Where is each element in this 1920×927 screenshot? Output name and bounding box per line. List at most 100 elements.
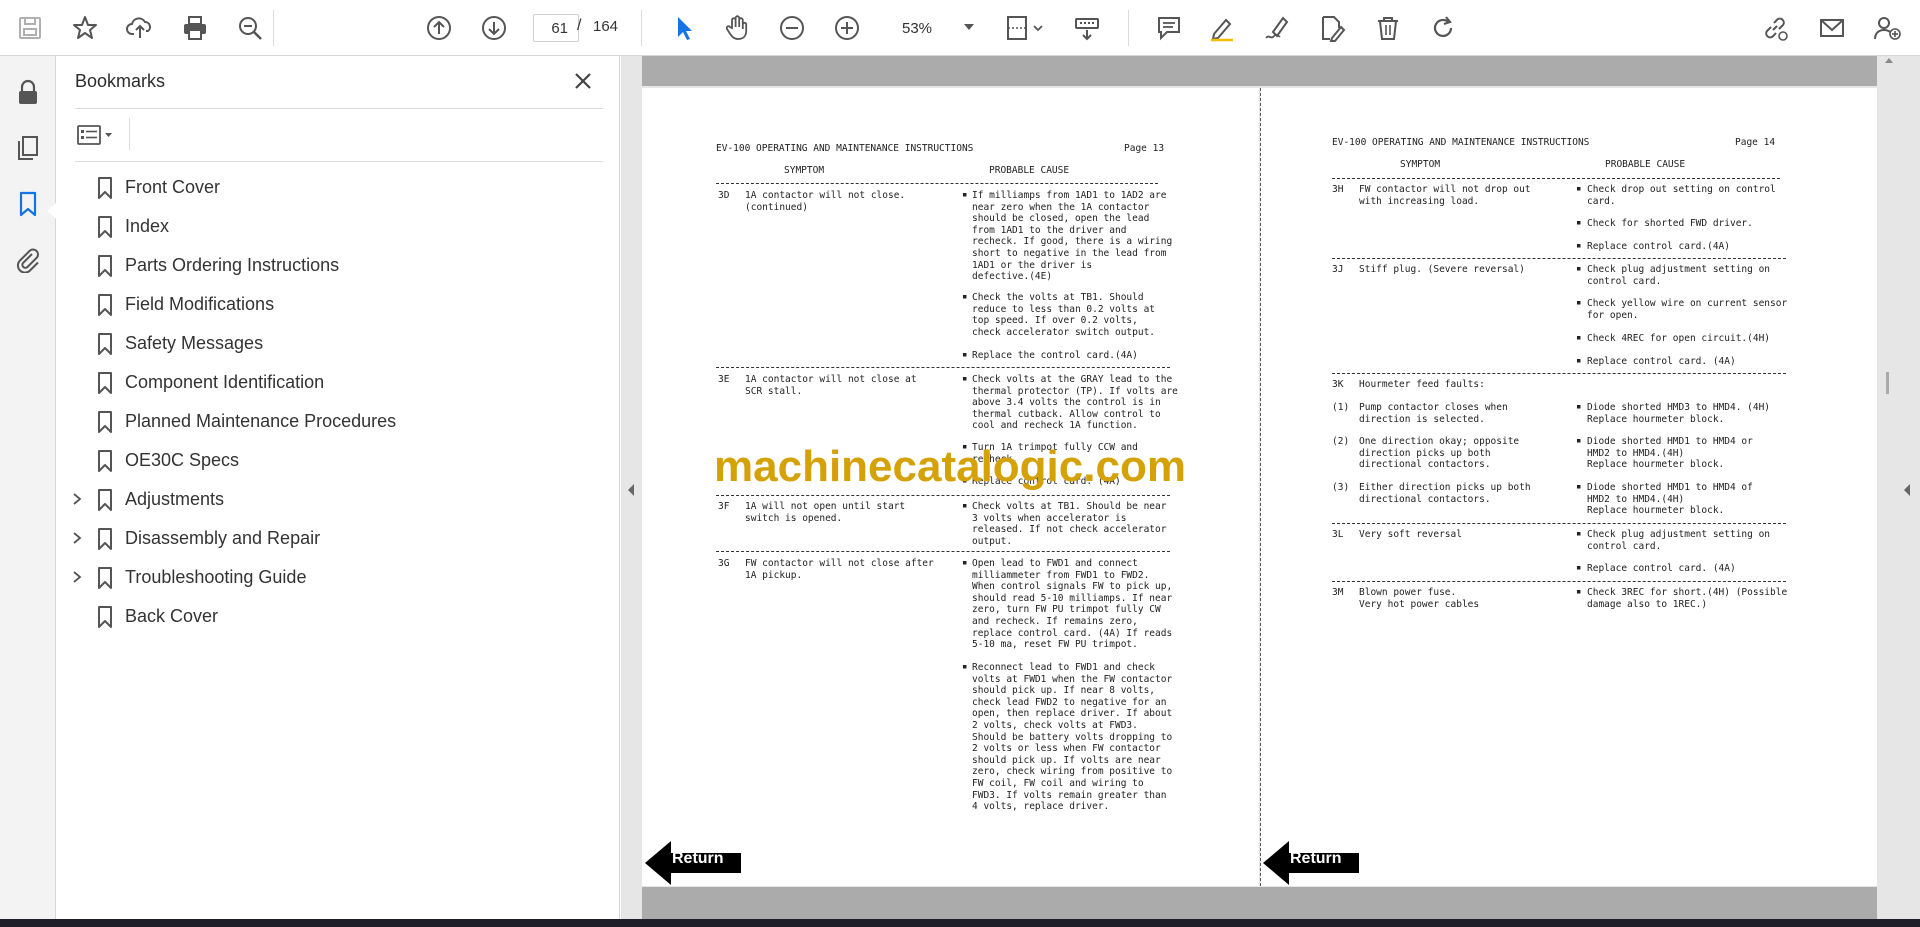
page-thumbnails-icon[interactable] [11,131,45,165]
rotate-icon[interactable] [1426,11,1460,45]
chevron-right-icon[interactable] [70,492,84,506]
symptom-text: 1A contactor will not close at SCR stall… [745,374,917,397]
add-user-icon[interactable] [1870,11,1904,45]
navigation-rail [0,56,56,927]
bookmark-panel-icon[interactable] [11,187,45,221]
bullet: ▪ [962,292,968,302]
bookmark-item[interactable]: Back Cover [56,597,616,636]
comment-icon[interactable] [1152,11,1186,45]
hand-tool-icon[interactable] [720,11,754,45]
scroll-up-arrow-icon[interactable] [1885,58,1893,63]
bullet: ▪ [1576,529,1582,539]
symptom-text: Pump contactor closes when direction is … [1359,402,1508,425]
select-cursor-icon[interactable] [667,11,701,45]
row-code: 3J [1332,264,1344,275]
scrollbar-thumb[interactable] [1886,372,1889,394]
cause-text: Diode shorted HMD1 to HMD4 or HMD2 to HM… [1587,436,1753,471]
bullet: ▪ [962,662,968,672]
bookmark-label: Planned Maintenance Procedures [125,411,397,431]
bookmark-icon [96,371,114,395]
main-toolbar: / 164 53% [0,0,1920,56]
bookmark-item[interactable]: Parts Ordering Instructions [56,246,616,285]
bookmark-item[interactable]: Field Modifications [56,285,616,324]
bookmark-item[interactable]: Component Identification [56,363,616,402]
return-button[interactable]: Return [645,839,741,886]
save-icon[interactable] [13,11,47,45]
chevron-down-icon [964,24,974,30]
chevron-right-icon[interactable] [70,570,84,584]
bookmark-list: Front Cover Index Parts Ordering Instructi… [56,168,616,636]
symptom-text: One direction okay; opposite direction p… [1359,436,1520,471]
keyboard-scroll-icon[interactable] [1070,11,1104,45]
page-number-input[interactable] [533,14,579,42]
row-code: 3E [718,374,730,385]
cause-text: Check volts at the GRAY lead to the ther… [972,374,1178,432]
lock-icon[interactable] [11,76,45,110]
bullet: ▪ [1576,482,1582,492]
expand-right-panel-icon[interactable] [1898,478,1916,502]
print-icon[interactable] [178,11,212,45]
bullet: ▪ [1576,298,1582,308]
divider [75,108,603,109]
zoom-in-icon[interactable] [830,11,864,45]
bookmark-item[interactable]: Disassembly and Repair [56,519,616,558]
next-page-icon[interactable] [477,11,511,45]
zoom-value: 53% [902,19,933,37]
table-rule [1332,523,1786,524]
bookmark-icon [96,176,114,200]
bookmark-icon [96,410,114,434]
row-code: (3) [1332,482,1350,493]
page-separator: / [577,17,582,34]
cause-text: Check 3REC for short.(4H) (Possible dama… [1587,587,1788,610]
return-label: Return [1290,850,1342,867]
bullet: ▪ [1576,436,1582,446]
bookmark-item[interactable]: Planned Maintenance Procedures [56,402,616,441]
share-link-icon[interactable] [1758,11,1792,45]
collapse-left-panel-icon[interactable] [622,478,640,502]
zoom-search-icon[interactable] [233,11,267,45]
vertical-scrollbar[interactable] [1884,56,1896,927]
symptom-text: FW contactor will not close after 1A pic… [745,558,934,581]
star-icon[interactable] [68,11,102,45]
attachments-icon[interactable] [11,242,45,276]
bullet: ▪ [1576,264,1582,274]
bookmark-options-button[interactable] [76,120,124,150]
bookmark-item[interactable]: Index [56,207,616,246]
bookmark-icon [96,605,114,629]
fit-page-icon[interactable] [1000,11,1048,45]
email-icon[interactable] [1815,11,1849,45]
pdf-page-right: EV-100 OPERATING AND MAINTENANCE INSTRUC… [1261,88,1877,886]
close-icon[interactable] [570,68,596,94]
panel-title: Bookmarks [75,71,166,91]
bookmark-label: Safety Messages [125,333,264,353]
chevron-right-icon[interactable] [70,531,84,545]
bullet: ▪ [962,558,968,568]
page-gutter-top [642,56,1877,86]
row-code: 3K [1332,379,1344,390]
symptom-text: Very soft reversal [1359,529,1462,540]
table-rule [1332,178,1780,179]
previous-page-icon[interactable] [422,11,456,45]
upload-cloud-icon[interactable] [123,11,157,45]
bookmark-item[interactable]: Adjustments [56,480,616,519]
row-code: (2) [1332,436,1350,447]
bookmark-icon [96,293,114,317]
return-button[interactable]: Return [1263,839,1359,886]
delete-trash-icon[interactable] [1371,11,1405,45]
sign-pen-icon[interactable] [1260,11,1294,45]
bookmark-icon [96,449,114,473]
bookmark-item[interactable]: Safety Messages [56,324,616,363]
bookmark-item[interactable]: OE30C Specs [56,441,616,480]
bookmark-icon [96,488,114,512]
bookmark-item[interactable]: Troubleshooting Guide [56,558,616,597]
zoom-level-select[interactable]: 53% [884,14,980,42]
row-code: 3G [718,558,730,569]
bookmark-item[interactable]: Front Cover [56,168,616,207]
edit-pdf-icon[interactable] [1315,11,1349,45]
highlight-pen-icon[interactable] [1205,11,1239,45]
table-rule [1332,581,1786,582]
bookmarks-panel: Bookmarks Front Cover Index Parts Ordering… [56,56,620,927]
cause-text: Reconnect lead to FWD1 and check volts a… [972,662,1173,813]
zoom-out-icon[interactable] [775,11,809,45]
cause-text: Replace control card.(4A) [1587,241,1730,252]
